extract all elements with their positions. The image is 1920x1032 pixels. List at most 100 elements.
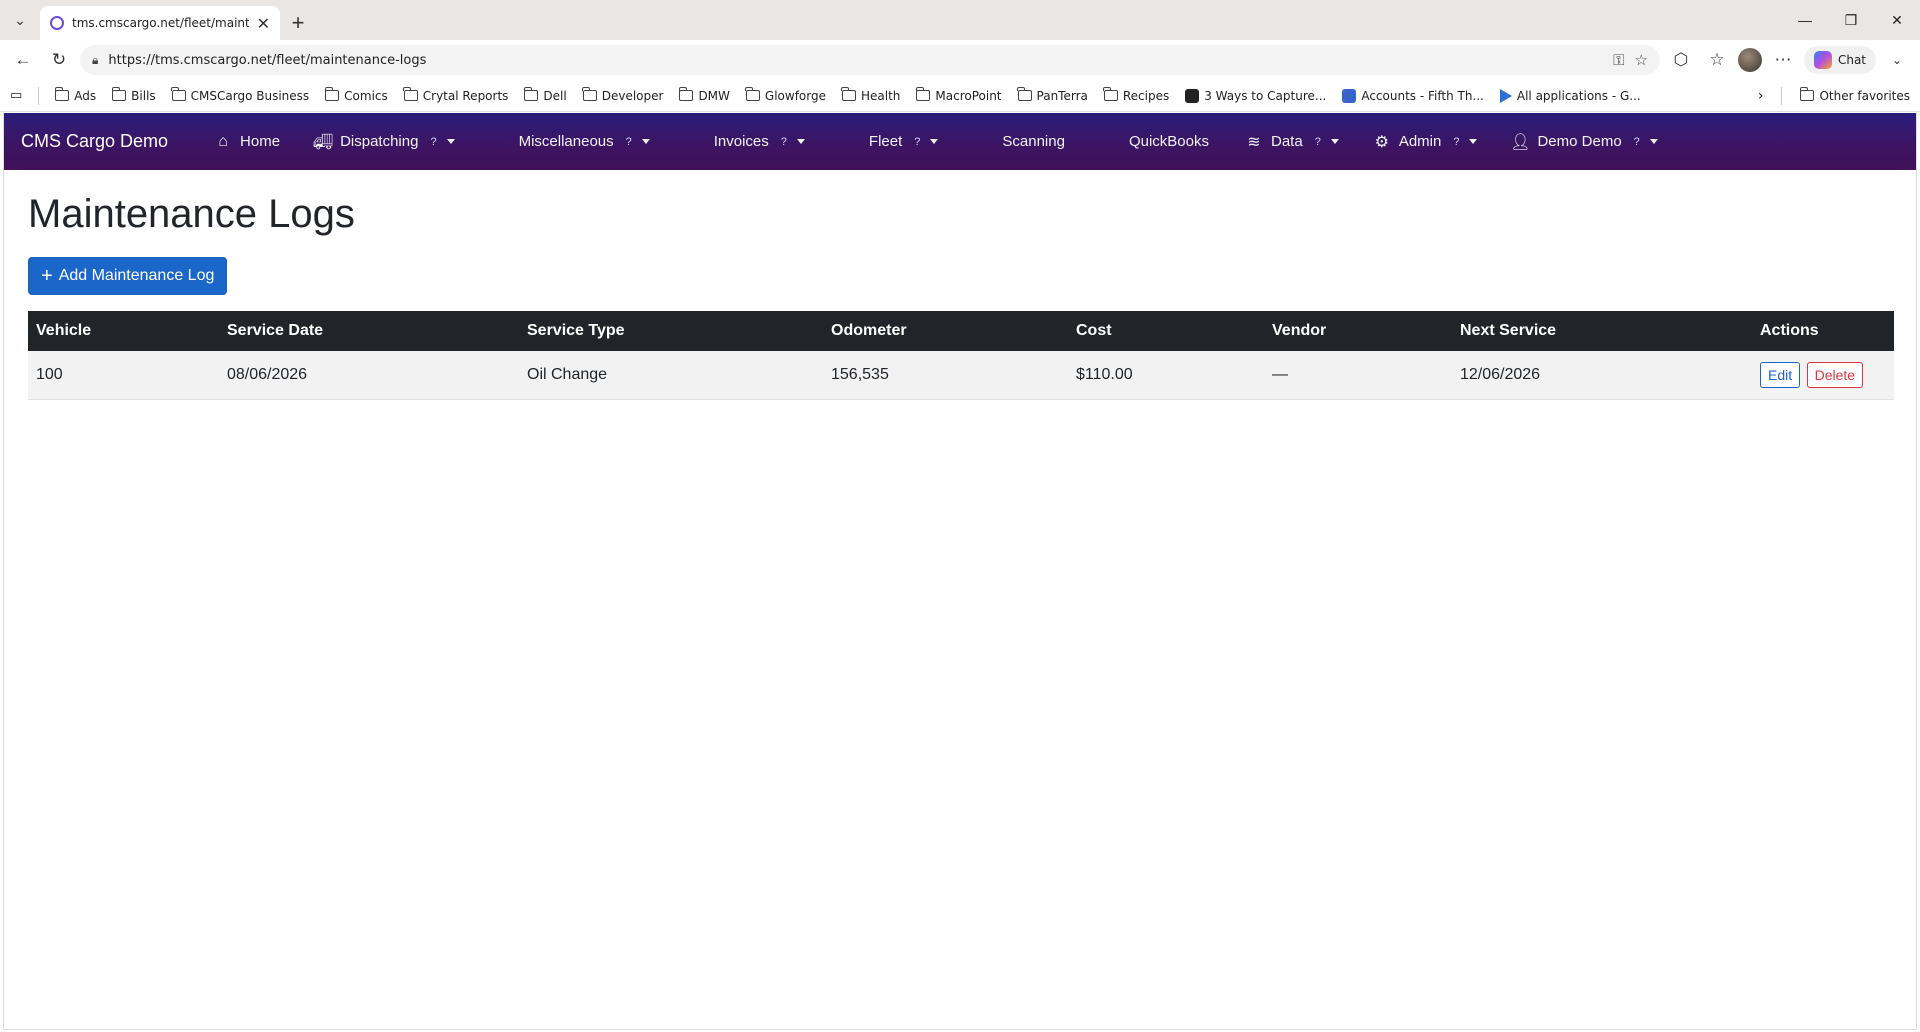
bookmark-site-icon	[1185, 88, 1200, 103]
column-header-odometer[interactable]: Odometer	[823, 311, 1068, 351]
edit-button[interactable]: Edit	[1760, 361, 1801, 388]
bookmarks-divider	[38, 86, 40, 105]
close-tab-icon[interactable]: ✕	[257, 14, 270, 33]
tab-title: tms.cmscargo.net/fleet/maintenance-logs	[72, 16, 249, 30]
column-header-next-service[interactable]: Next Service	[1452, 311, 1752, 351]
nav-fleet[interactable]: Fleet ?	[869, 133, 939, 150]
bookmark-folder[interactable]: Health	[841, 87, 900, 103]
bookmark-folder[interactable]: DMW	[678, 87, 730, 103]
password-key-icon[interactable]: ⚿	[1613, 51, 1624, 69]
delete-button[interactable]: Delete	[1806, 361, 1864, 388]
nav-admin[interactable]: ⚙ Admin ?	[1373, 133, 1478, 151]
bookmark-link[interactable]: All applications - G...	[1499, 88, 1641, 103]
folder-icon	[403, 87, 418, 101]
chevron-down-icon	[641, 139, 650, 144]
user-icon: 👤︎	[1510, 133, 1531, 151]
table-header-row: Vehicle Service Date Service Type Odomet…	[28, 311, 1894, 351]
chevron-down-icon[interactable]: ⌄	[1882, 45, 1912, 75]
help-icon[interactable]: ?	[781, 136, 787, 148]
nav-scanning[interactable]: Scanning	[1002, 133, 1065, 150]
column-header-service-date[interactable]: Service Date	[219, 311, 519, 351]
profile-avatar[interactable]	[1737, 48, 1762, 72]
add-button-label: Add Maintenance Log	[58, 267, 215, 284]
chevron-down-icon	[1649, 139, 1658, 144]
plus-icon: +	[41, 265, 53, 287]
nav-user[interactable]: 👤︎ Demo Demo ?	[1510, 133, 1658, 151]
folder-icon	[111, 87, 127, 101]
bookmark-folder[interactable]: Bills	[111, 87, 156, 103]
column-header-vehicle[interactable]: Vehicle	[28, 311, 219, 351]
help-icon[interactable]: ?	[1634, 136, 1640, 148]
chevron-down-icon	[1469, 139, 1478, 144]
help-icon[interactable]: ?	[914, 136, 920, 148]
chevron-right-icon[interactable]: ›	[1758, 88, 1764, 104]
favorites-list-icon[interactable]: ☆	[1702, 45, 1732, 75]
brand-link[interactable]: CMS Cargo Demo	[21, 131, 168, 152]
nav-miscellaneous[interactable]: Miscellaneous ?	[519, 133, 650, 150]
bookmark-folder[interactable]: Glowforge	[745, 87, 826, 103]
nav-home[interactable]: ⌂ Home	[214, 133, 280, 151]
favorite-star-icon[interactable]: ☆	[1635, 51, 1648, 69]
bookmark-folder[interactable]: Crytal Reports	[403, 87, 508, 103]
add-maintenance-log-button[interactable]: + Add Maintenance Log	[28, 257, 228, 295]
column-header-service-type[interactable]: Service Type	[519, 311, 823, 351]
bookmark-folder[interactable]: Ads	[54, 87, 96, 103]
bookmarks-menu-icon[interactable]: ▭	[10, 88, 22, 103]
bookmark-folder[interactable]: Recipes	[1103, 87, 1169, 103]
folder-icon	[1017, 87, 1032, 101]
browser-tab-bar: ⌄ tms.cmscargo.net/fleet/maintenance-log…	[0, 0, 1920, 40]
address-bar-row: ← ↻ 🔒︎ https://tms.cmscargo.net/fleet/ma…	[0, 40, 1920, 80]
tab-list-button[interactable]: ⌄	[0, 0, 40, 40]
minimize-icon[interactable]: —	[1782, 0, 1828, 40]
cell-vehicle: 100	[28, 351, 219, 400]
bookmark-folder[interactable]: Developer	[582, 87, 663, 103]
copilot-icon	[1813, 51, 1832, 69]
app-viewport: CMS Cargo Demo ⌂ Home 🚚︎ Dispatching ? M…	[3, 113, 1917, 1030]
help-icon[interactable]: ?	[1315, 136, 1321, 148]
bookmarks-divider	[1781, 86, 1783, 105]
close-window-icon[interactable]: ✕	[1874, 0, 1920, 40]
bookmark-link[interactable]: 3 Ways to Capture...	[1185, 88, 1326, 103]
chevron-down-icon	[1330, 139, 1339, 144]
other-favorites[interactable]: Other favorites	[1799, 87, 1910, 103]
column-header-vendor[interactable]: Vendor	[1264, 311, 1452, 351]
bookmark-site-icon	[1499, 88, 1512, 103]
nav-dispatching[interactable]: 🚚︎ Dispatching ?	[313, 133, 455, 151]
site-info-icon[interactable]: 🔒︎	[92, 53, 98, 68]
chevron-down-icon	[446, 139, 455, 144]
folder-icon	[1799, 87, 1815, 101]
bookmark-link[interactable]: Accounts - Fifth Th...	[1342, 88, 1484, 103]
url-text: https://tms.cmscargo.net/fleet/maintenan…	[108, 52, 427, 68]
bookmark-folder[interactable]: Comics	[324, 87, 388, 103]
refresh-icon[interactable]: ↻	[44, 45, 74, 75]
main-content: Maintenance Logs + Add Maintenance Log V…	[4, 170, 1916, 420]
cell-vendor: —	[1264, 351, 1452, 400]
chat-button[interactable]: Chat	[1803, 46, 1876, 74]
nav-quickbooks[interactable]: QuickBooks	[1129, 133, 1209, 150]
cell-odometer: 156,535	[823, 351, 1068, 400]
bookmark-folder[interactable]: CMSCargo Business	[171, 87, 309, 103]
bookmark-site-icon	[1342, 88, 1357, 103]
help-icon[interactable]: ?	[626, 136, 632, 148]
main-navbar: CMS Cargo Demo ⌂ Home 🚚︎ Dispatching ? M…	[4, 113, 1916, 170]
maintenance-logs-table: Vehicle Service Date Service Type Odomet…	[28, 311, 1894, 400]
restore-icon[interactable]: ❐	[1828, 0, 1874, 40]
extensions-icon[interactable]: ⬡	[1666, 45, 1696, 75]
new-tab-button[interactable]: +	[280, 6, 316, 40]
column-header-cost[interactable]: Cost	[1068, 311, 1264, 351]
more-menu-icon[interactable]: ⋯	[1768, 45, 1798, 75]
bookmark-folder[interactable]: Dell	[523, 87, 567, 103]
help-icon[interactable]: ?	[430, 136, 436, 148]
bookmark-folder[interactable]: PanTerra	[1017, 87, 1088, 103]
nav-data[interactable]: ≋ Data ?	[1245, 133, 1339, 151]
back-icon[interactable]: ←	[8, 45, 38, 75]
url-field[interactable]: 🔒︎ https://tms.cmscargo.net/fleet/mainte…	[80, 45, 1660, 75]
bookmark-folder[interactable]: MacroPoint	[915, 87, 1002, 103]
browser-tab-active[interactable]: tms.cmscargo.net/fleet/maintenance-logs …	[40, 6, 280, 40]
help-icon[interactable]: ?	[1453, 136, 1459, 148]
cell-actions: Edit Delete	[1752, 351, 1894, 400]
folder-icon	[171, 87, 186, 101]
cell-cost: $110.00	[1068, 351, 1264, 400]
nav-invoices[interactable]: Invoices ?	[714, 133, 805, 150]
bookmarks-bar: ▭ Ads Bills CMSCargo Business Comics Cry…	[0, 80, 1920, 112]
